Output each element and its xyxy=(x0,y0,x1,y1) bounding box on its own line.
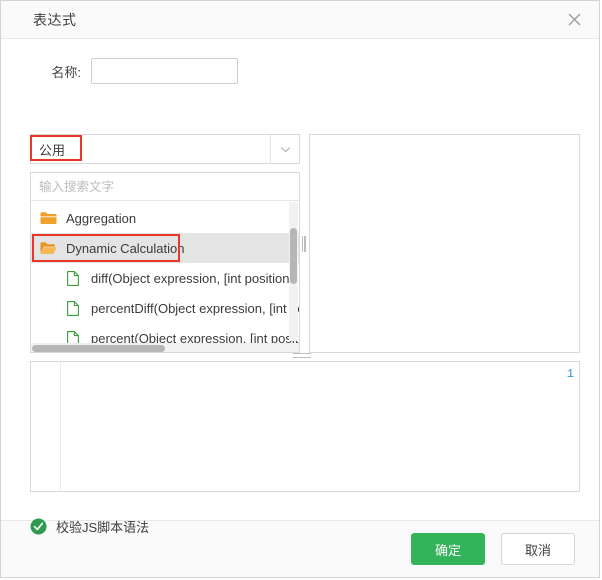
function-description-panel xyxy=(309,134,580,353)
expression-code-editor[interactable]: 1 xyxy=(30,361,580,492)
category-select-value: 公用 xyxy=(39,142,66,158)
folder-open-icon xyxy=(39,240,57,256)
horizontal-splitter-handle[interactable] xyxy=(293,353,311,358)
tree-vertical-scrollbar[interactable] xyxy=(289,202,298,341)
tree-item-label: Dynamic Calculation xyxy=(66,240,185,256)
tree-item-label: diff(Object expression, [int position]) xyxy=(91,270,298,286)
document-icon xyxy=(64,300,82,316)
validate-js-syntax-button[interactable]: 校验JS脚本语法 xyxy=(30,517,149,536)
search-input[interactable] xyxy=(31,179,299,194)
name-row: 名称: xyxy=(1,57,599,85)
document-icon xyxy=(64,270,82,286)
category-select[interactable]: 公用 xyxy=(30,134,300,164)
tree-item-label: percentDiff(Object expression, [int posi… xyxy=(91,300,299,316)
tree-vertical-scrollbar-thumb[interactable] xyxy=(290,228,297,284)
name-input[interactable] xyxy=(91,58,238,84)
tree-horizontal-scrollbar[interactable] xyxy=(31,343,299,352)
tree-item-aggregation[interactable]: Aggregation xyxy=(31,203,299,233)
vertical-splitter-handle[interactable] xyxy=(302,236,306,252)
tree-item-diff[interactable]: diff(Object expression, [int position]) xyxy=(31,263,299,293)
close-icon[interactable] xyxy=(563,9,585,31)
tree-search-row xyxy=(31,173,299,201)
tree-horizontal-scrollbar-thumb[interactable] xyxy=(32,345,165,352)
confirm-button[interactable]: 确定 xyxy=(411,533,485,565)
tree-item-dynamic-calculation[interactable]: Dynamic Calculation xyxy=(31,233,299,263)
function-tree-panel: Aggregation Dynamic Calculation xyxy=(30,172,300,353)
dialog-titlebar: 表达式 xyxy=(1,1,599,39)
expression-dialog: 表达式 名称: 公用 输入搜索文字 Aggregation Dynamic Ca… xyxy=(0,0,600,578)
chevron-down-icon[interactable] xyxy=(270,135,299,163)
validate-js-syntax-label: 校验JS脚本语法 xyxy=(56,520,150,535)
editor-line-number: 1 xyxy=(566,367,574,381)
tree-list: Aggregation Dynamic Calculation diff(Obj… xyxy=(31,201,299,352)
check-circle-icon xyxy=(30,518,47,535)
cancel-button[interactable]: 取消 xyxy=(501,533,575,565)
tree-item-percentdiff[interactable]: percentDiff(Object expression, [int posi… xyxy=(31,293,299,323)
editor-gutter xyxy=(31,362,61,491)
dialog-body: 名称: 公用 输入搜索文字 Aggregation Dynamic Calcul… xyxy=(1,39,599,535)
dialog-title: 表达式 xyxy=(33,11,77,28)
tree-item-label: Aggregation xyxy=(66,210,137,226)
tree-scroll-area: Aggregation Dynamic Calculation diff(Obj… xyxy=(31,201,299,352)
name-label: 名称: xyxy=(51,64,81,80)
folder-closed-icon xyxy=(39,210,57,226)
